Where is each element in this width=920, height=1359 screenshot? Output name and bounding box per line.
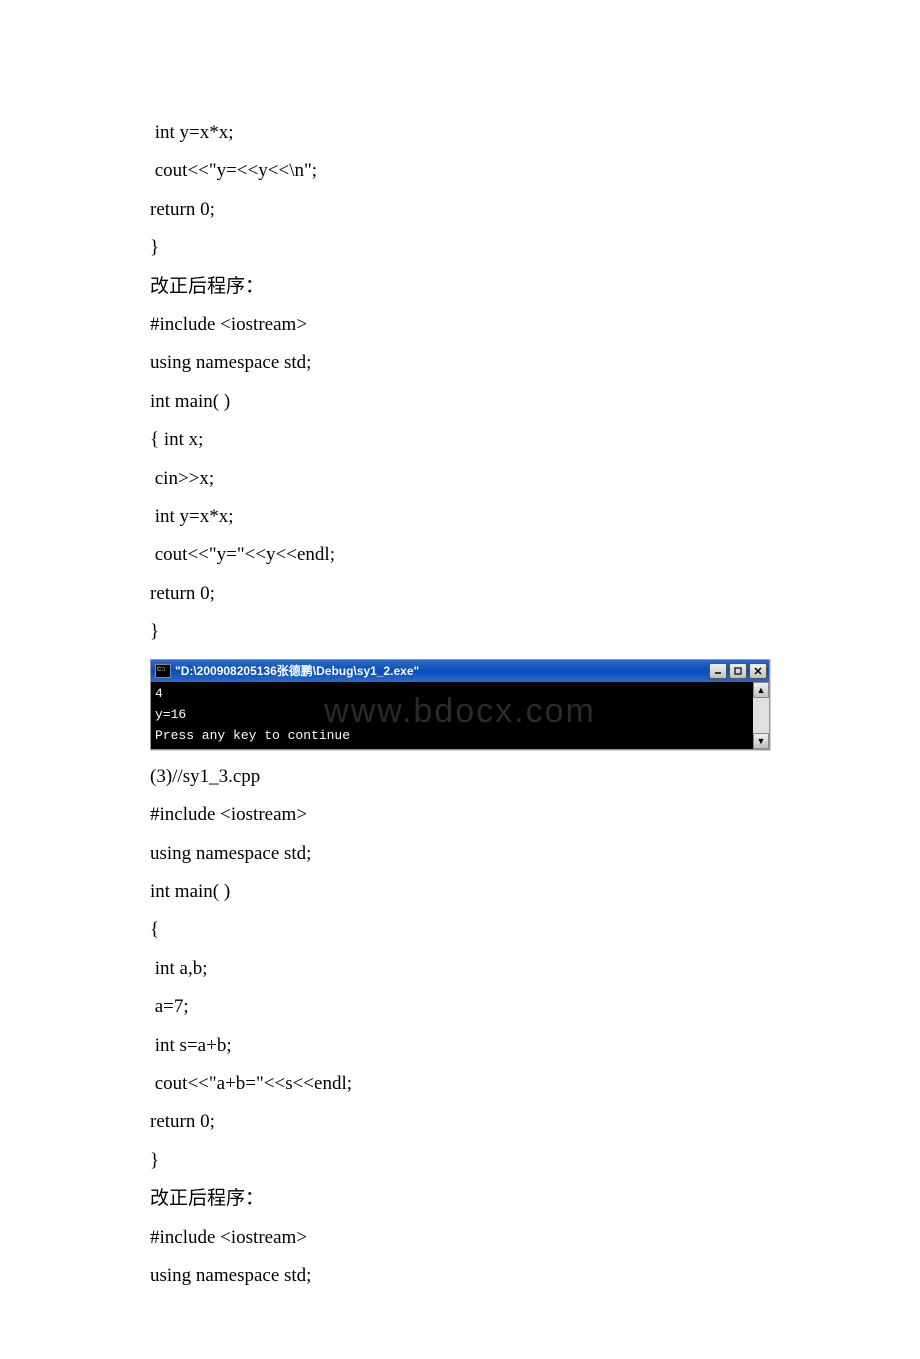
code-line: return 0;: [150, 579, 770, 609]
document-page: int y=x*x; cout<<"y=<<y<<\n"; return 0; …: [0, 0, 920, 1359]
code-line: cin>>x;: [150, 464, 770, 494]
code-line: using namespace std;: [150, 839, 770, 869]
code-line: int a,b;: [150, 954, 770, 984]
console-line: Press any key to continue: [155, 726, 765, 747]
console-line: 4: [155, 684, 765, 705]
close-button[interactable]: [749, 663, 767, 679]
code-line: }: [150, 1146, 770, 1176]
code-line: cout<<"y="<<y<<endl;: [150, 540, 770, 570]
console-window: "D:\200908205136张德鹏\Debug\sy1_2.exe" www…: [150, 659, 770, 749]
minimize-button[interactable]: [709, 663, 727, 679]
code-line: cout<<"y=<<y<<\n";: [150, 156, 770, 186]
code-line: { int x;: [150, 425, 770, 455]
console-title: "D:\200908205136张德鹏\Debug\sy1_2.exe": [155, 662, 419, 681]
code-line: int main( ): [150, 877, 770, 907]
code-line: using namespace std;: [150, 348, 770, 378]
code-line: return 0;: [150, 195, 770, 225]
maximize-button[interactable]: [729, 663, 747, 679]
code-line: int s=a+b;: [150, 1031, 770, 1061]
corrected-label: 改正后程序：: [150, 272, 770, 302]
code-line: }: [150, 617, 770, 647]
code-line: cout<<"a+b="<<s<<endl;: [150, 1069, 770, 1099]
code-line: int y=x*x;: [150, 502, 770, 532]
window-controls: [709, 663, 767, 679]
console-body: www.bdocx.com 4 y=16 Press any key to co…: [151, 682, 769, 748]
code-line: int y=x*x;: [150, 118, 770, 148]
code-line: #include <iostream>: [150, 800, 770, 830]
code-line: a=7;: [150, 992, 770, 1022]
console-title-text: "D:\200908205136张德鹏\Debug\sy1_2.exe": [175, 662, 419, 681]
code-line: #include <iostream>: [150, 310, 770, 340]
code-line: using namespace std;: [150, 1261, 770, 1291]
code-line: int main( ): [150, 387, 770, 417]
code-line: }: [150, 233, 770, 263]
section-label: (3)//sy1_3.cpp: [150, 762, 770, 792]
code-line: return 0;: [150, 1107, 770, 1137]
code-line: #include <iostream>: [150, 1223, 770, 1253]
corrected-label: 改正后程序：: [150, 1184, 770, 1214]
cmd-icon: [155, 664, 171, 678]
console-line: y=16: [155, 705, 765, 726]
console-titlebar[interactable]: "D:\200908205136张德鹏\Debug\sy1_2.exe": [151, 660, 769, 682]
code-line: {: [150, 915, 770, 945]
